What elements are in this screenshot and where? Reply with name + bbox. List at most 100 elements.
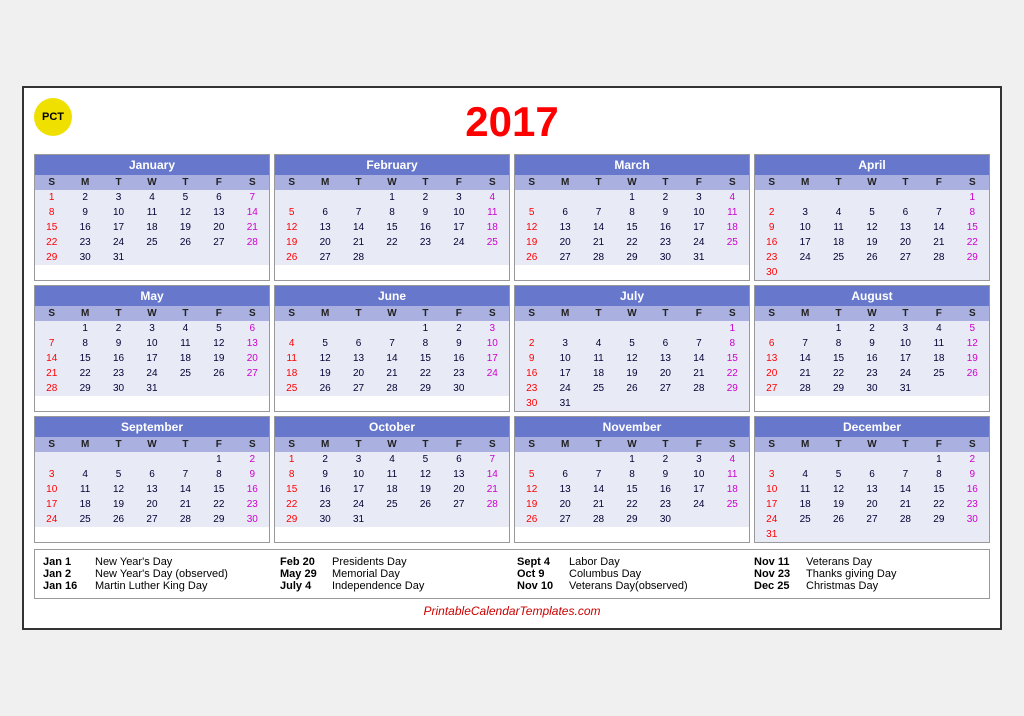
day-cell [135, 452, 168, 467]
day-cell: 24 [476, 366, 509, 381]
day-label-4: T [889, 437, 922, 452]
day-cell: 16 [649, 482, 682, 497]
day-cell: 13 [548, 482, 581, 497]
day-cell [956, 527, 989, 542]
day-cell: 12 [102, 482, 135, 497]
day-cell: 29 [716, 381, 749, 396]
day-label-0: S [515, 437, 548, 452]
day-cell: 12 [308, 351, 341, 366]
day-cell: 27 [202, 235, 235, 250]
month-november: NovemberSMTWTFS1234567891011121314151617… [514, 416, 750, 543]
day-cell: 3 [788, 205, 821, 220]
day-cell: 7 [375, 336, 408, 351]
day-cell: 17 [342, 482, 375, 497]
day-cell: 22 [922, 497, 955, 512]
footer-url: PrintableCalendarTemplates.com [34, 604, 990, 618]
day-cell: 21 [682, 366, 715, 381]
day-cell [582, 452, 615, 467]
day-label-4: T [169, 175, 202, 190]
day-cell: 25 [788, 512, 821, 527]
day-label-3: W [375, 306, 408, 321]
day-cell: 3 [442, 190, 475, 205]
day-cell: 16 [649, 220, 682, 235]
day-cell: 6 [855, 467, 888, 482]
day-label-4: T [409, 175, 442, 190]
day-label-3: W [855, 175, 888, 190]
holiday-name: New Year's Day [95, 556, 172, 568]
day-cell: 14 [476, 467, 509, 482]
day-cell: 19 [275, 235, 308, 250]
day-cell: 1 [35, 190, 68, 205]
day-cell: 2 [855, 321, 888, 336]
day-cell: 14 [342, 220, 375, 235]
day-cell: 17 [682, 220, 715, 235]
day-cell: 27 [548, 250, 581, 265]
day-cell: 26 [202, 366, 235, 381]
day-label-3: W [375, 175, 408, 190]
day-cell [788, 452, 821, 467]
day-cell: 22 [615, 497, 648, 512]
day-cell [135, 250, 168, 265]
day-cell: 6 [889, 205, 922, 220]
day-cell: 11 [922, 336, 955, 351]
day-cell: 20 [548, 497, 581, 512]
day-cell: 9 [68, 205, 101, 220]
holiday-date: Jan 1 [43, 556, 91, 568]
day-cell [755, 321, 788, 336]
day-cell: 4 [375, 452, 408, 467]
day-cell: 11 [788, 482, 821, 497]
day-cell [68, 452, 101, 467]
day-cell: 12 [409, 467, 442, 482]
day-cell: 23 [236, 497, 269, 512]
day-cell: 4 [169, 321, 202, 336]
holiday-name: Memorial Day [332, 568, 400, 580]
day-label-4: T [649, 175, 682, 190]
day-cell [855, 452, 888, 467]
day-cell: 24 [755, 512, 788, 527]
day-cell [822, 452, 855, 467]
day-cell: 24 [889, 366, 922, 381]
day-cell: 23 [649, 497, 682, 512]
day-cell: 4 [716, 190, 749, 205]
month-header-september: September [35, 417, 269, 437]
holiday-col-3: Nov 11Veterans DayNov 23Thanks giving Da… [754, 556, 981, 592]
day-cell [822, 265, 855, 280]
day-cell: 24 [548, 381, 581, 396]
month-header-march: March [515, 155, 749, 175]
day-label-4: T [649, 437, 682, 452]
day-cell: 23 [442, 366, 475, 381]
day-label-0: S [515, 306, 548, 321]
day-cell [102, 452, 135, 467]
day-cell: 28 [169, 512, 202, 527]
day-cell [476, 381, 509, 396]
month-august: AugustSMTWTFS123456789101112131415161718… [754, 285, 990, 412]
day-cell: 20 [308, 235, 341, 250]
day-label-2: T [342, 306, 375, 321]
day-label-0: S [755, 175, 788, 190]
holiday-name: Independence Day [332, 580, 424, 592]
day-cell [169, 250, 202, 265]
day-cell: 31 [102, 250, 135, 265]
day-cell: 6 [202, 190, 235, 205]
holiday-name: New Year's Day (observed) [95, 568, 228, 580]
day-label-2: T [582, 306, 615, 321]
day-cell: 7 [922, 205, 955, 220]
day-cell: 30 [649, 512, 682, 527]
day-cell: 19 [515, 497, 548, 512]
day-cell [855, 265, 888, 280]
day-cell: 20 [202, 220, 235, 235]
day-cell: 4 [922, 321, 955, 336]
day-cell: 24 [682, 497, 715, 512]
day-label-3: W [135, 437, 168, 452]
day-cell: 31 [755, 527, 788, 542]
day-cell: 22 [409, 366, 442, 381]
day-cell: 11 [375, 467, 408, 482]
day-cell: 29 [956, 250, 989, 265]
holiday-entry: Jan 16Martin Luther King Day [43, 580, 270, 592]
day-cell: 20 [442, 482, 475, 497]
day-cell: 4 [716, 452, 749, 467]
day-cell [615, 396, 648, 411]
day-cell: 1 [615, 190, 648, 205]
holiday-date: Jan 16 [43, 580, 91, 592]
day-label-6: S [956, 437, 989, 452]
